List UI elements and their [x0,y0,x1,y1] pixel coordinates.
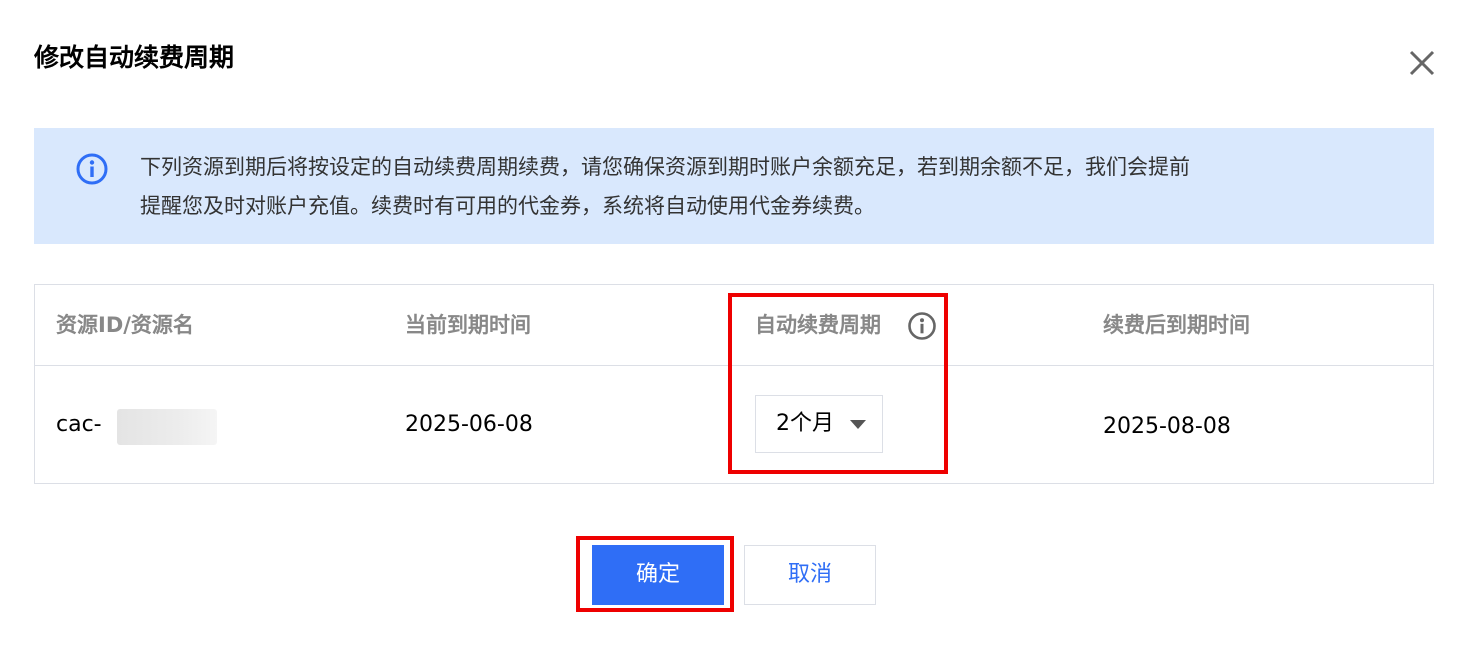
redacted-resource-name [117,409,217,445]
notice-banner: 下列资源到期后将按设定的自动续费周期续费，请您确保资源到期时账户余额充足，若到期… [34,128,1434,244]
dialog-title: 修改自动续费周期 [34,43,235,72]
header-new-expiry: 续费后到期时间 [1103,313,1250,337]
notice-text-line1: 下列资源到期后将按设定的自动续费周期续费，请您确保资源到期时账户余额充足，若到期… [140,155,1190,179]
confirm-button[interactable]: 确定 [592,545,724,605]
close-icon [1409,50,1435,76]
close-button[interactable] [1400,44,1440,84]
cell-new-expiry: 2025-08-08 [1103,414,1231,439]
info-icon [76,153,108,185]
header-current-expiry: 当前到期时间 [405,313,531,337]
header-resource: 资源ID/资源名 [56,313,194,337]
highlight-box-renew-period [728,293,948,474]
notice-text-line2: 提醒您及时对账户充值。续费时有可用的代金券，系统将自动使用代金券续费。 [140,194,875,218]
cell-resource-id: cac- [56,412,102,437]
notice-text: 下列资源到期后将按设定的自动续费周期续费，请您确保资源到期时账户余额充足，若到期… [140,148,1370,226]
cell-current-expiry: 2025-06-08 [405,412,533,437]
cancel-button[interactable]: 取消 [744,545,876,605]
